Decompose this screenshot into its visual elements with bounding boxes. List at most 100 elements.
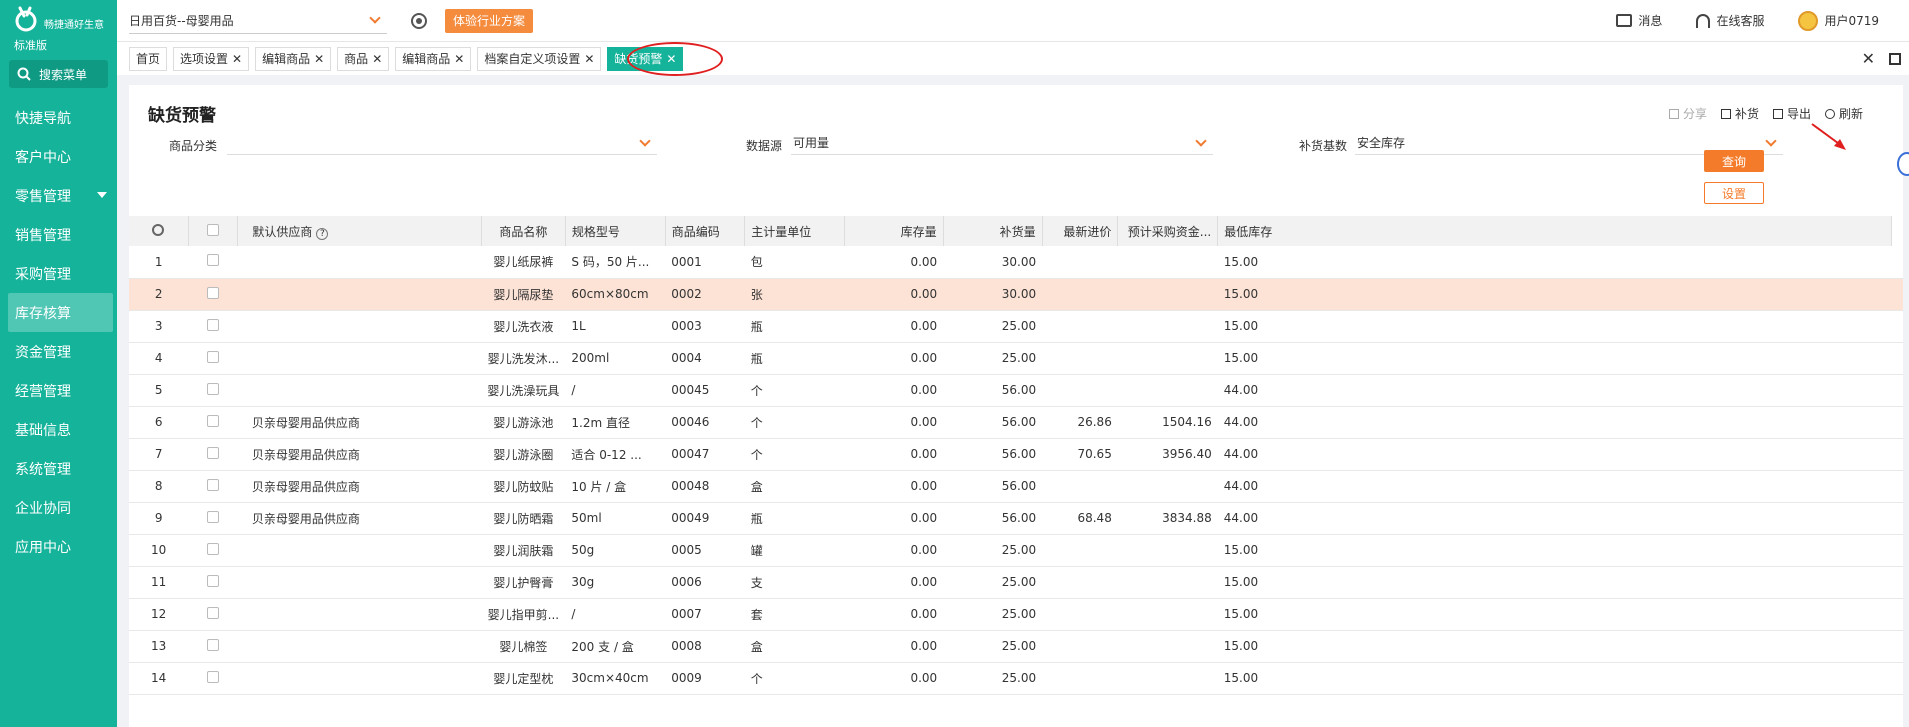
help-icon[interactable]: ? — [316, 227, 329, 240]
row-checkbox[interactable] — [207, 670, 220, 683]
table-row[interactable]: 8 贝亲母婴用品供应商 婴儿防蚊贴 10 片 / 盒 00048 盒 0.00 56.00 44… — [129, 470, 1903, 503]
user-menu[interactable]: 用户0719 — [1798, 10, 1879, 31]
query-button[interactable]: 查询 — [1704, 150, 1764, 172]
replenish-cell: 25.00 — [943, 598, 1043, 631]
nav-sales[interactable]: 销售管理 — [0, 215, 117, 254]
row-checkbox[interactable] — [207, 254, 220, 267]
source-select[interactable]: 可用量 — [791, 131, 1213, 155]
tab-home[interactable]: 首页 — [129, 46, 168, 71]
checkbox[interactable] — [207, 223, 220, 236]
col-code[interactable]: 商品编码 — [665, 216, 746, 246]
close-icon[interactable]: ✕ — [372, 52, 382, 66]
col-unit[interactable]: 主计量单位 — [744, 216, 845, 246]
nav-collab[interactable]: 企业协同 — [0, 488, 117, 527]
source-label: 数据源 — [746, 139, 783, 153]
code-cell: 00045 — [665, 374, 745, 407]
tab-options[interactable]: 选项设置 ✕ — [173, 46, 250, 71]
close-icon[interactable]: ✕ — [454, 52, 464, 66]
industry-select[interactable]: 日用百货--母婴用品 — [129, 8, 387, 34]
close-icon[interactable]: ✕ — [666, 52, 676, 66]
chevron-down-icon — [639, 134, 651, 147]
category-select[interactable] — [227, 131, 657, 155]
nav-system[interactable]: 系统管理 — [0, 449, 117, 488]
table-row[interactable]: 7 贝亲母婴用品供应商 婴儿游泳圈 适合 0-12 ... 00047 个 0.00 56.0… — [129, 438, 1903, 471]
col-replenish[interactable]: 补货量 — [943, 216, 1043, 246]
search-menu-button[interactable]: 搜索菜单 — [9, 60, 108, 88]
table-row[interactable]: 13 婴儿棉签 200 支 / 盒 0008 盒 0.00 25.00 15.00 — [129, 630, 1903, 663]
name-cell: 婴儿洗衣液 — [481, 310, 566, 343]
messages-button[interactable]: 消息 — [1616, 12, 1662, 29]
col-latest-price[interactable]: 最新进价 — [1042, 216, 1119, 246]
price-cell — [1042, 374, 1118, 407]
support-button[interactable]: 在线客服 — [1696, 12, 1764, 29]
col-est-funds[interactable]: 预计采购资金... — [1117, 216, 1219, 246]
export-button[interactable]: 导出 — [1772, 105, 1811, 122]
nav-apps[interactable]: 应用中心 — [0, 527, 117, 566]
row-checkbox[interactable] — [207, 638, 220, 651]
column-settings[interactable] — [129, 216, 189, 246]
tab-edit-product[interactable]: 编辑商品 ✕ — [255, 46, 332, 71]
nav-quick[interactable]: 快捷导航 — [0, 98, 117, 137]
tab-product[interactable]: 商品 ✕ — [337, 46, 390, 71]
col-stock[interactable]: 库存量 — [844, 216, 944, 246]
nav-retail[interactable]: 零售管理 — [0, 176, 117, 215]
row-checkbox[interactable] — [207, 414, 220, 427]
table-row[interactable]: 5 婴儿洗澡玩具/00045 个 0.00 56.00 44.00 — [129, 374, 1903, 407]
tab-edit-product-2[interactable]: 编辑商品 ✕ — [395, 46, 472, 71]
app-logo[interactable]: 畅捷通好生意 标准版 — [0, 0, 117, 52]
tab-stockout-alert[interactable]: 缺货预警 ✕ — [607, 46, 684, 71]
table-body: 1 婴儿纸尿裤 S 码，50 片... 0001 包 0.00 30.00 15.00 2 婴儿隔… — [129, 246, 1903, 695]
col-supplier[interactable]: 默认供应商? — [237, 216, 482, 246]
row-checkbox[interactable] — [207, 478, 220, 491]
nav-operations[interactable]: 经营管理 — [0, 371, 117, 410]
row-checkbox[interactable] — [207, 574, 220, 587]
code-cell: 0004 — [665, 342, 745, 375]
table-row[interactable]: 4 婴儿洗发沐... 200ml 0004 瓶 0.00 25.00 15.00 — [129, 342, 1903, 375]
nav-purchase[interactable]: 采购管理 — [0, 254, 117, 293]
row-checkbox[interactable] — [207, 350, 220, 363]
min-stock-cell: 15.00 — [1217, 246, 1891, 279]
row-checkbox[interactable] — [207, 542, 220, 555]
nav-basic-info[interactable]: 基础信息 — [0, 410, 117, 449]
row-checkbox[interactable] — [207, 382, 220, 395]
row-checkbox[interactable] — [207, 606, 220, 619]
settings-button[interactable]: 设置 — [1704, 182, 1764, 204]
col-name[interactable]: 商品名称 — [481, 216, 566, 246]
nav-inventory[interactable]: 库存核算 — [8, 293, 113, 332]
table-row[interactable]: 2 婴儿隔尿垫 60cm×80cm 0002 张 0.00 30.00 15.00 — [129, 278, 1903, 311]
row-checkbox[interactable] — [207, 286, 220, 299]
nav-funds[interactable]: 资金管理 — [0, 332, 117, 371]
fullscreen-icon[interactable] — [1889, 52, 1901, 65]
funds-cell — [1117, 310, 1218, 343]
table-row[interactable]: 3 婴儿洗衣液 1L 0003 瓶 0.00 25.00 15.00 — [129, 310, 1903, 343]
min-stock-cell: 15.00 — [1217, 566, 1891, 599]
replenish-button[interactable]: 补货 — [1720, 105, 1759, 122]
table-row[interactable]: 9 贝亲母婴用品供应商 婴儿防晒霜 50ml 00049 瓶 0.00 56.00 68.48 3… — [129, 502, 1903, 535]
close-icon[interactable]: ✕ — [584, 52, 594, 66]
nav-customer[interactable]: 客户中心 — [0, 137, 117, 176]
spec-cell: 50g — [565, 534, 666, 567]
table-row[interactable]: 12 婴儿指甲剪.../0007 套 0.00 25.00 15.00 — [129, 598, 1903, 631]
col-min-stock[interactable]: 最低库存 — [1217, 216, 1892, 246]
select-all-checkbox[interactable] — [188, 216, 239, 246]
table-row[interactable]: 14 婴儿定型枕 30cm×40cm 0009 个 0.00 25.00 15.00 — [129, 662, 1903, 695]
share-button[interactable]: 分享 — [1668, 105, 1707, 122]
row-checkbox[interactable] — [207, 510, 220, 523]
close-icon[interactable]: ✕ — [314, 52, 324, 66]
row-checkbox[interactable] — [207, 318, 220, 331]
table-row[interactable]: 11 婴儿护臀膏 30g 0006 支 0.00 25.00 15.00 — [129, 566, 1903, 599]
tab-custom-fields[interactable]: 档案自定义项设置 ✕ — [477, 46, 602, 71]
refresh-button[interactable]: 刷新 — [1824, 105, 1863, 122]
table-row[interactable]: 6 贝亲母婴用品供应商 婴儿游泳池 1.2m 直径 00046 个 0.00 56.00 26.… — [129, 406, 1903, 439]
row-checkbox[interactable] — [207, 446, 220, 459]
close-icon[interactable]: ✕ — [232, 52, 242, 66]
table-row[interactable]: 10 婴儿润肤霜 50g 0005 罐 0.00 25.00 15.00 — [129, 534, 1903, 567]
chevron-down-icon — [1765, 134, 1777, 147]
col-spec[interactable]: 规格型号 — [565, 216, 666, 246]
table-row[interactable]: 1 婴儿纸尿裤 S 码，50 片... 0001 包 0.00 30.00 15.00 — [129, 246, 1903, 279]
tab-label: 编辑商品 — [262, 52, 311, 66]
gear-icon[interactable] — [411, 12, 427, 29]
experience-solution-button[interactable]: 体验行业方案 — [445, 8, 534, 33]
tab-label: 选项设置 — [180, 52, 229, 66]
close-all-icon[interactable]: ✕ — [1862, 49, 1875, 68]
